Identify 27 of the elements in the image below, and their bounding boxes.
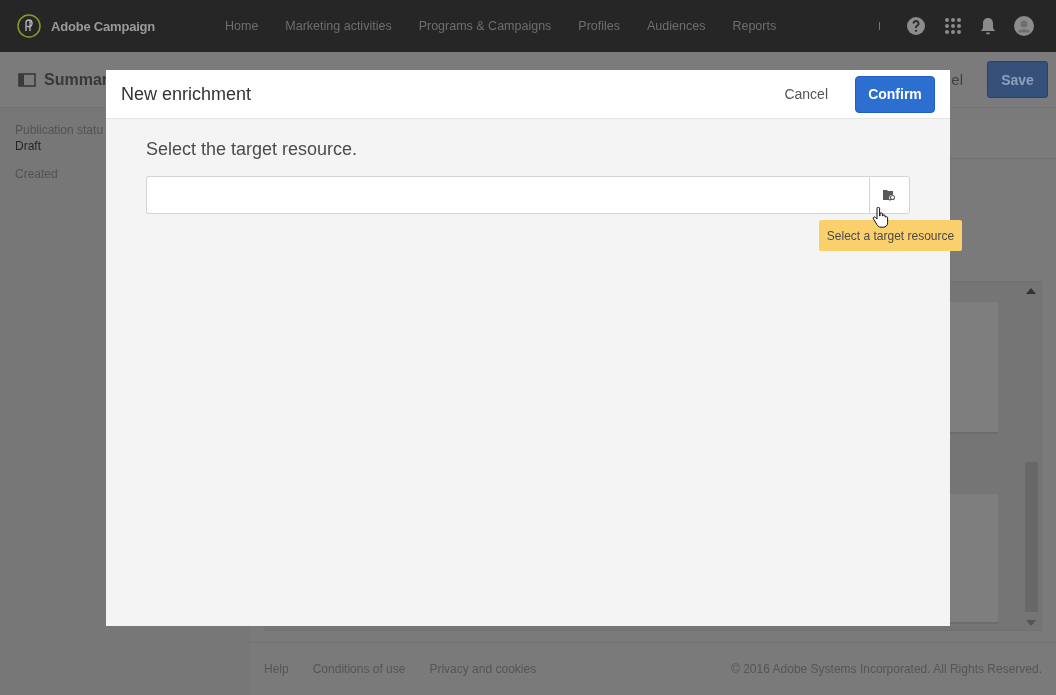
tooltip: Select a target resource	[819, 220, 962, 251]
save-button[interactable]: Save	[987, 61, 1048, 98]
nav-link[interactable]: Marketing activities	[285, 19, 392, 33]
hand-cursor-icon	[872, 207, 890, 229]
help-icon[interactable]	[906, 16, 926, 36]
field-value: Draft	[15, 139, 41, 153]
cancel-link[interactable]: el	[951, 71, 963, 88]
nav-link[interactable]: Reports	[732, 19, 777, 33]
dialog-title: New enrichment	[121, 83, 252, 105]
logo-icon[interactable]	[17, 14, 41, 38]
folder-search-icon	[883, 189, 896, 201]
cancel-button[interactable]: Cancel	[774, 78, 838, 110]
prompt-text: Select the target resource.	[146, 139, 359, 160]
notification-bell-icon[interactable]	[980, 17, 996, 35]
confirm-button[interactable]: Confirm	[855, 75, 935, 113]
nav-link[interactable]: Home	[225, 19, 259, 33]
nav-link[interactable]: Profiles	[578, 19, 621, 33]
page-title: Summar	[44, 70, 109, 89]
resource-input-field[interactable]	[146, 176, 869, 214]
nav-link[interactable]: Audiences	[647, 19, 706, 33]
browse-button[interactable]	[869, 176, 910, 214]
user-avatar-icon[interactable]	[1014, 16, 1034, 36]
apps-grid-icon[interactable]	[944, 17, 962, 35]
product-name[interactable]: Adobe Campaign	[51, 18, 156, 34]
scroll-up-icon[interactable]	[1026, 288, 1036, 294]
nav-link[interactable]: Programs & Campaigns	[418, 19, 552, 33]
summary-panel-icon[interactable]	[18, 72, 36, 87]
